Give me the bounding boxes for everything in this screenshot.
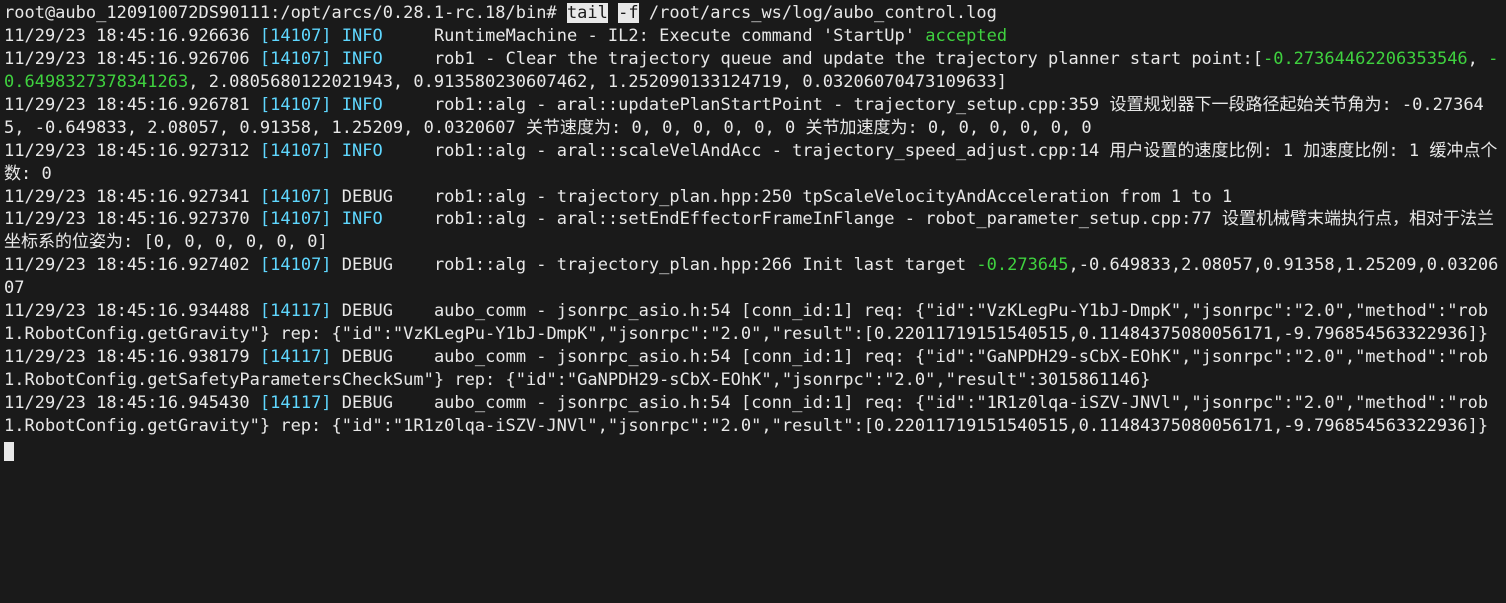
log-pad	[383, 49, 434, 69]
log-message-tail: , 2.0805680122021943, 0.913580230607462,…	[188, 72, 1007, 92]
log-pid: [14107]	[260, 255, 332, 275]
log-pad	[383, 26, 434, 46]
cmd-space2	[608, 3, 618, 23]
log-pid: [14107]	[260, 26, 332, 46]
log-timestamp: 11/29/23 18:45:16.927312	[4, 141, 250, 161]
log-pad	[393, 301, 434, 321]
log-pid: [14117]	[260, 393, 332, 413]
log-level: DEBUG	[342, 301, 393, 321]
log-message: rob1 - Clear the trajectory queue and up…	[434, 49, 1263, 69]
log-timestamp: 11/29/23 18:45:16.927370	[4, 209, 250, 229]
log-value: -0.27364462206353546	[1263, 49, 1468, 69]
log-pid: [14107]	[260, 187, 332, 207]
log-level: INFO	[342, 49, 383, 69]
terminal-output[interactable]: root@aubo_120910072DS90111:/opt/arcs/0.2…	[0, 0, 1506, 463]
log-level: DEBUG	[342, 187, 393, 207]
log-message: RuntimeMachine - IL2: Execute command 'S…	[434, 26, 925, 46]
log-pad	[383, 95, 434, 115]
log-pid: [14117]	[260, 301, 332, 321]
log-value: accepted	[925, 26, 1007, 46]
log-pid: [14107]	[260, 209, 332, 229]
log-timestamp: 11/29/23 18:45:16.926706	[4, 49, 250, 69]
terminal-cursor	[4, 442, 14, 461]
log-pad	[393, 255, 434, 275]
log-timestamp: 11/29/23 18:45:16.938179	[4, 347, 250, 367]
log-pid: [14107]	[260, 95, 332, 115]
log-pid: [14107]	[260, 49, 332, 69]
log-level: DEBUG	[342, 255, 393, 275]
log-pad	[393, 187, 434, 207]
shell-prompt: root@aubo_120910072DS90111:/opt/arcs/0.2…	[4, 3, 557, 23]
log-value: -0.273645	[976, 255, 1068, 275]
log-message-tail: ,	[1468, 49, 1488, 69]
log-timestamp: 11/29/23 18:45:16.926636	[4, 26, 250, 46]
log-pad	[383, 209, 434, 229]
cmd-flag-f: -f	[618, 3, 638, 23]
log-level: INFO	[342, 141, 383, 161]
log-level: DEBUG	[342, 393, 393, 413]
log-message: rob1::alg - trajectory_plan.hpp:250 tpSc…	[434, 187, 1232, 207]
cmd-tail: tail	[567, 3, 608, 23]
log-timestamp: 11/29/23 18:45:16.926781	[4, 95, 250, 115]
log-pad	[393, 347, 434, 367]
log-pad	[383, 141, 434, 161]
log-timestamp: 11/29/23 18:45:16.927402	[4, 255, 250, 275]
log-timestamp: 11/29/23 18:45:16.927341	[4, 187, 250, 207]
log-pad	[393, 393, 434, 413]
log-level: INFO	[342, 209, 383, 229]
log-level: INFO	[342, 26, 383, 46]
log-pid: [14117]	[260, 347, 332, 367]
cmd-space	[557, 3, 567, 23]
log-timestamp: 11/29/23 18:45:16.934488	[4, 301, 250, 321]
log-timestamp: 11/29/23 18:45:16.945430	[4, 393, 250, 413]
cmd-logpath: /root/arcs_ws/log/aubo_control.log	[639, 3, 997, 23]
log-level: DEBUG	[342, 347, 393, 367]
log-message: rob1::alg - trajectory_plan.hpp:266 Init…	[434, 255, 976, 275]
log-pid: [14107]	[260, 141, 332, 161]
log-level: INFO	[342, 95, 383, 115]
